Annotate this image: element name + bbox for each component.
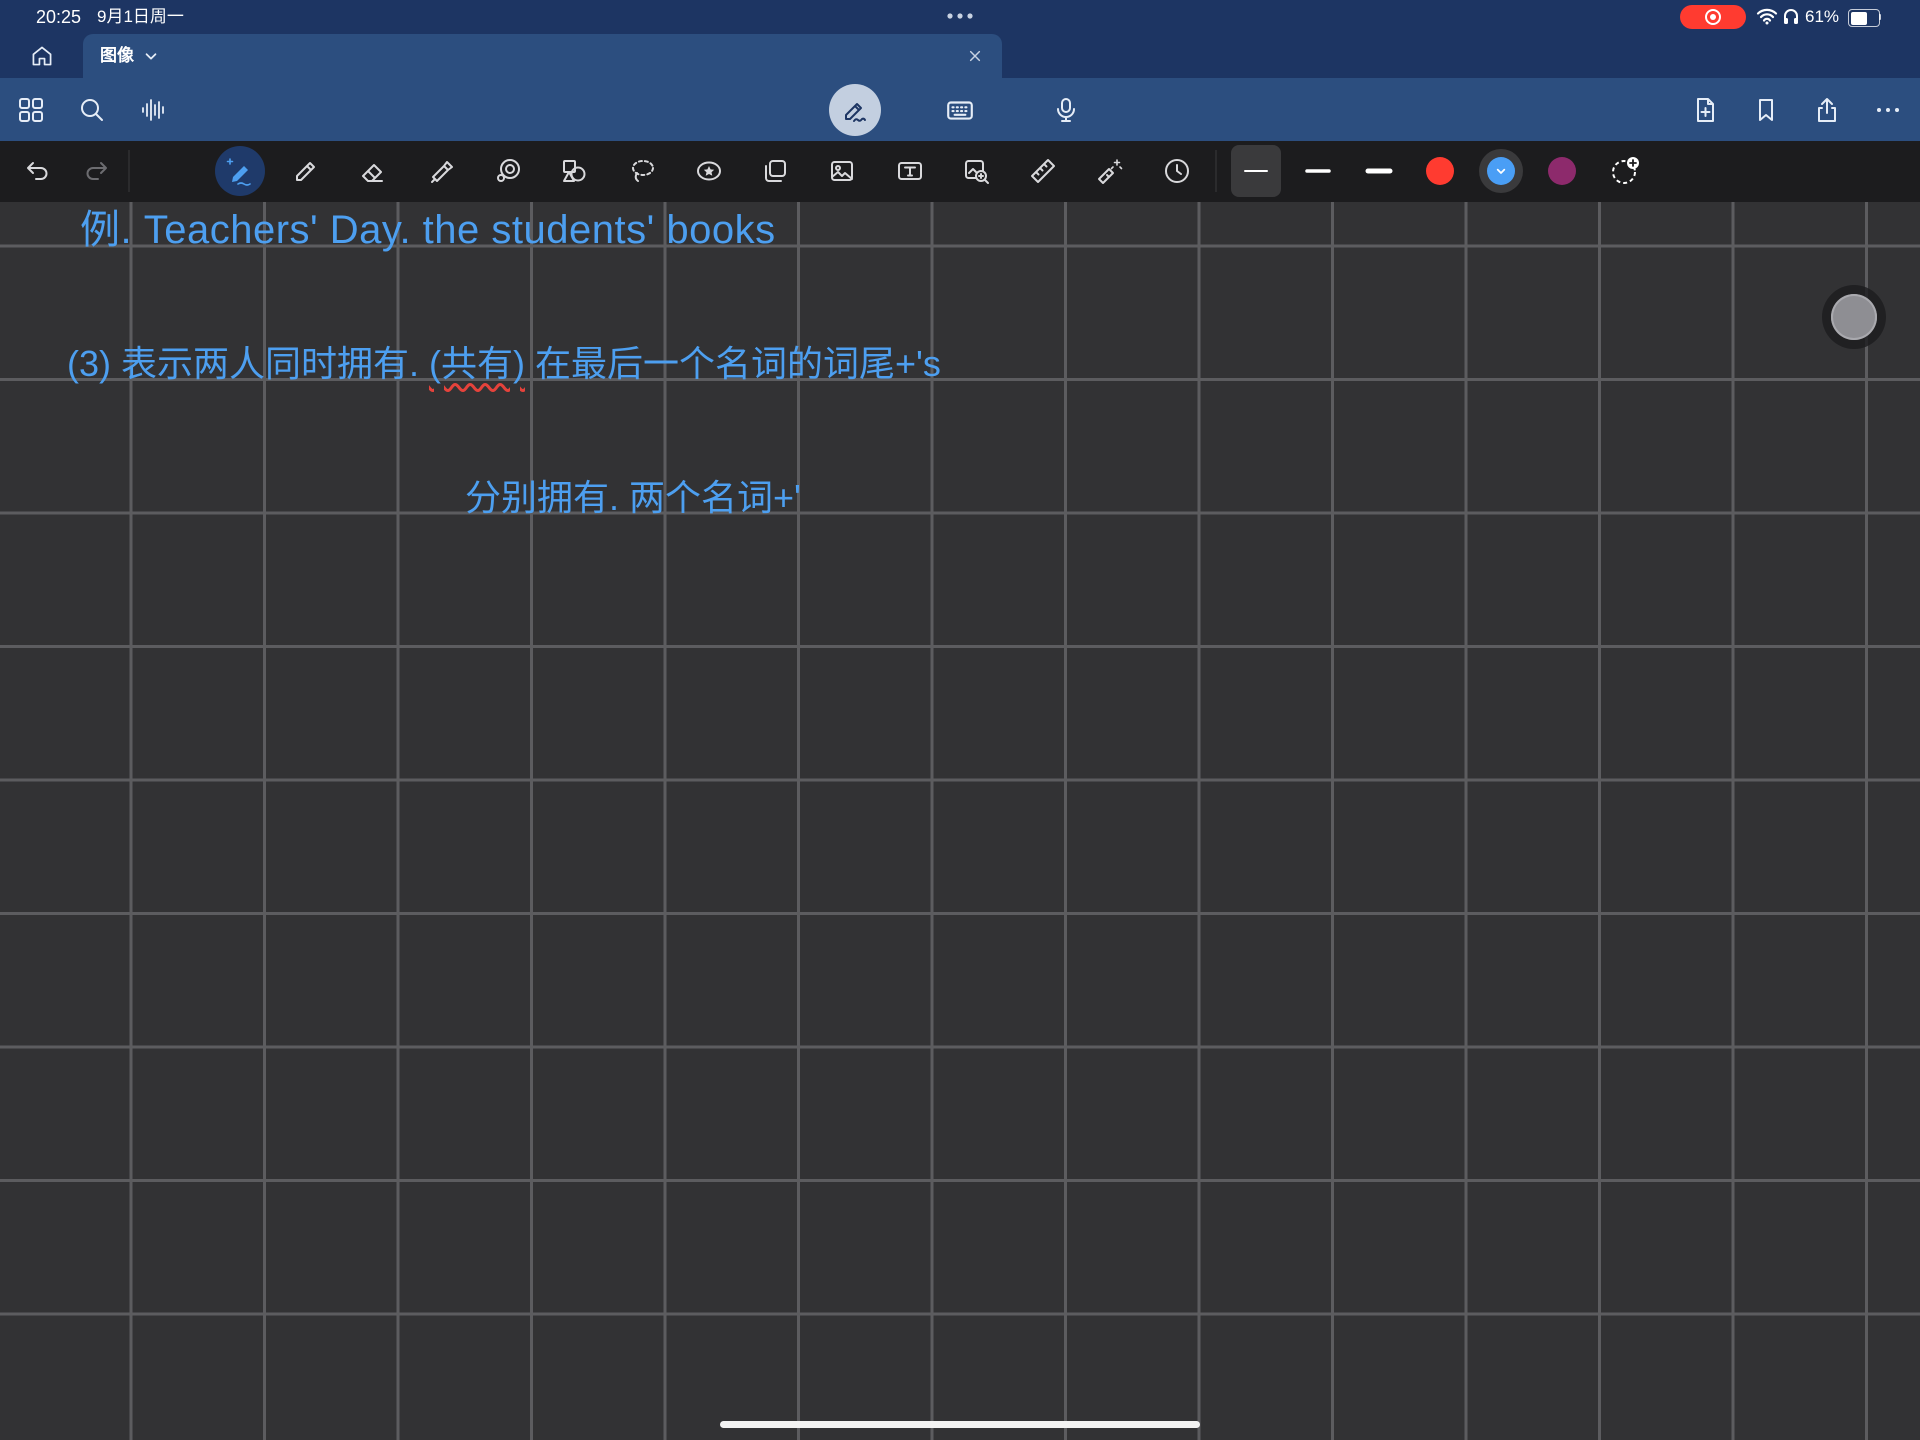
screen-recording-icon <box>1705 9 1721 25</box>
pencil-tool-button[interactable] <box>282 147 330 195</box>
battery-level-fill <box>1850 11 1867 25</box>
document-tab[interactable]: 图像 <box>83 34 1002 78</box>
thick-stroke-icon <box>1365 168 1393 174</box>
stroke-width-thick-button[interactable] <box>1355 147 1403 195</box>
color-swatch-red <box>1426 157 1454 185</box>
toolbar-divider <box>1215 150 1217 192</box>
pen-icon <box>226 158 251 186</box>
shapes-tool-button[interactable] <box>550 147 598 195</box>
shapes-icon <box>563 160 586 182</box>
microphone-icon <box>1057 98 1075 122</box>
shape-recognition-icon <box>497 159 520 182</box>
share-button[interactable] <box>1803 86 1851 134</box>
undo-button[interactable] <box>13 147 61 195</box>
sticker-tool-button[interactable] <box>685 147 733 195</box>
toolbar-divider <box>128 150 130 192</box>
status-time: 20:25 <box>36 7 82 27</box>
lasso-tool-button[interactable] <box>618 147 666 195</box>
thin-stroke-icon <box>1244 170 1268 172</box>
share-icon <box>1818 98 1836 122</box>
image-icon <box>831 161 853 181</box>
audio-recording-button[interactable] <box>129 86 177 134</box>
battery-icon <box>1848 9 1880 27</box>
color-purple-button[interactable] <box>1538 147 1586 195</box>
sticker-icon <box>697 161 721 181</box>
close-icon[interactable] <box>967 48 983 64</box>
add-page-icon <box>1697 98 1714 122</box>
camera-scan-button[interactable] <box>952 147 1000 195</box>
audio-wave-icon <box>142 99 164 121</box>
ruler-tool-button[interactable] <box>1019 147 1067 195</box>
chevron-down-icon <box>1496 168 1506 174</box>
home-indicator <box>720 1421 1200 1428</box>
keyboard-icon <box>947 101 973 120</box>
grid-icon <box>19 98 43 122</box>
redo-icon <box>86 162 107 180</box>
lasso-icon <box>632 160 654 182</box>
history-button[interactable] <box>1153 147 1201 195</box>
text-box-icon <box>898 162 922 180</box>
multitasking-dots-icon[interactable] <box>945 11 975 21</box>
keyboard-mode-button[interactable] <box>936 86 984 134</box>
assistive-touch-icon <box>1831 294 1877 340</box>
assistive-touch-button[interactable] <box>1822 285 1886 349</box>
image-tool-button[interactable] <box>818 147 866 195</box>
history-clock-icon <box>1165 159 1189 183</box>
search-button[interactable] <box>68 86 116 134</box>
color-blue-button[interactable] <box>1477 147 1525 195</box>
color-swatch-purple <box>1548 157 1576 185</box>
shape-recognition-button[interactable] <box>484 147 532 195</box>
medium-stroke-icon <box>1305 169 1331 173</box>
home-icon <box>32 46 52 66</box>
eraser-icon <box>362 164 383 182</box>
handwritten-line-2: (3) 表示两人同时拥有. (共有) 在最后一个名词的词尾+'s <box>67 334 941 394</box>
handwritten-line-2-start: (3) 表示两人同时拥有. <box>67 343 430 384</box>
camera-scan-icon <box>965 160 989 184</box>
search-icon <box>81 99 103 121</box>
elements-icon <box>765 160 786 182</box>
highlighter-icon <box>431 161 453 183</box>
underlined-annotation: (共有) <box>429 343 525 384</box>
screen-recording-indicator[interactable] <box>1680 5 1746 29</box>
redo-button[interactable] <box>73 147 121 195</box>
text-tool-button[interactable] <box>886 147 934 195</box>
handwritten-line-3: 分别拥有. 两个名词+' <box>465 477 801 518</box>
elements-tool-button[interactable] <box>751 147 799 195</box>
handwriting-mode-button[interactable] <box>829 84 881 136</box>
pen-tool-button[interactable] <box>215 146 265 196</box>
home-button[interactable] <box>18 32 66 80</box>
laser-pointer-button[interactable] <box>1085 147 1133 195</box>
status-date: 9月1日周一 <box>97 7 184 26</box>
add-color-button[interactable] <box>1601 147 1649 195</box>
handwritten-line-1: 例. Teachers' Day. the students' books <box>80 208 776 252</box>
wifi-icon <box>1756 8 1778 25</box>
battery-nub <box>1879 14 1881 20</box>
handwriting-mode-icon <box>845 103 866 122</box>
headphones-icon <box>1784 9 1798 24</box>
page-grid-button[interactable] <box>7 86 55 134</box>
battery-percentage: 61% <box>1805 7 1840 26</box>
ruler-icon <box>1031 159 1055 183</box>
color-red-button[interactable] <box>1416 147 1464 195</box>
bookmark-icon <box>1759 99 1773 121</box>
pencil-icon <box>296 162 315 181</box>
microphone-button[interactable] <box>1042 86 1090 134</box>
more-button[interactable] <box>1864 86 1912 134</box>
handwritten-line-2-end: 在最后一个名词的词尾+'s <box>525 343 941 384</box>
chevron-down-icon[interactable] <box>143 48 159 64</box>
add-page-button[interactable] <box>1681 86 1729 134</box>
color-swatch-blue <box>1487 157 1515 185</box>
undo-icon <box>27 162 48 180</box>
more-icon <box>1877 108 1899 112</box>
stroke-width-thin-button[interactable] <box>1231 145 1281 197</box>
bookmark-button[interactable] <box>1742 86 1790 134</box>
add-color-icon <box>1612 157 1639 184</box>
highlighter-tool-button[interactable] <box>417 147 465 195</box>
selected-color-ring <box>1479 149 1523 193</box>
stroke-width-medium-button[interactable] <box>1294 147 1342 195</box>
recording-dot <box>1710 14 1716 20</box>
eraser-tool-button[interactable] <box>349 147 397 195</box>
laser-pointer-icon <box>1098 159 1123 184</box>
tab-title: 图像 <box>100 46 134 65</box>
